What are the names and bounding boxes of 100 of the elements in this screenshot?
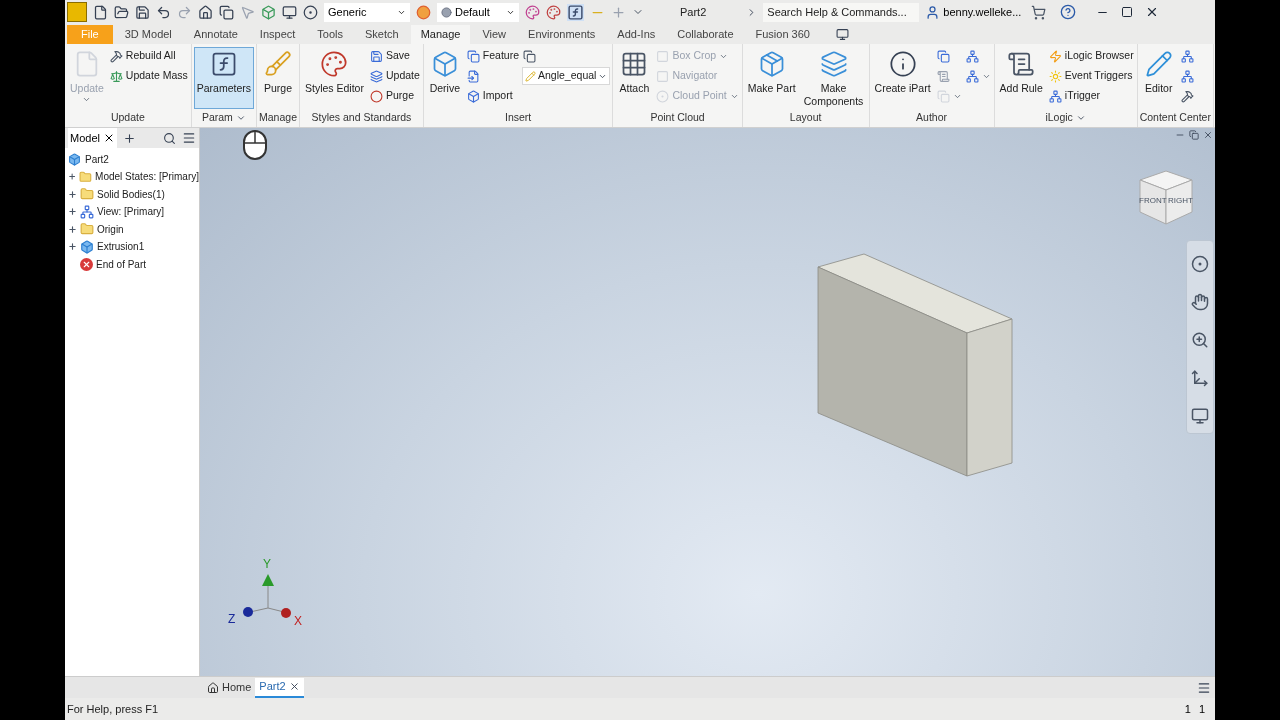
ribbon-button[interactable]	[964, 67, 992, 85]
panel-title: Author	[916, 110, 948, 126]
cart-icon[interactable]	[1031, 4, 1047, 20]
ribbon-button[interactable]: iLogic Browser	[1047, 47, 1135, 65]
tool-icon	[523, 49, 536, 63]
new-file-icon[interactable]	[93, 4, 108, 20]
pan-icon[interactable]	[1191, 293, 1209, 311]
ribbon-tab[interactable]: Inspect	[249, 25, 306, 44]
ribbon-button[interactable]: Feature	[465, 47, 520, 65]
expand-icon[interactable]	[68, 224, 77, 234]
open-folder-icon[interactable]	[114, 4, 129, 20]
dropdown[interactable]: Angle_equal	[522, 67, 611, 85]
ribbon-button[interactable]: iTrigger	[1047, 87, 1135, 105]
ribbon-button[interactable]: Make Part	[744, 47, 799, 109]
ribbon-button[interactable]: Update	[368, 67, 421, 85]
mouse-icon	[243, 130, 267, 160]
search-icon[interactable]	[163, 131, 176, 145]
document-tab[interactable]: Part2	[255, 677, 304, 698]
menu-icon[interactable]	[1197, 680, 1211, 695]
caret-icon	[1075, 113, 1086, 123]
ribbon-tab[interactable]: View	[472, 25, 517, 44]
tool-icon	[1048, 89, 1062, 103]
panel-toggle-icon[interactable]	[835, 28, 849, 41]
ribbon-tab[interactable]: Collaborate	[667, 25, 744, 44]
ribbon-button[interactable]: Import	[465, 87, 520, 105]
expand-icon[interactable]	[68, 242, 77, 252]
zoom-icon[interactable]	[1191, 331, 1209, 349]
axis-label: X	[294, 613, 302, 630]
tree-item[interactable]: Model States: [Primary]	[95, 169, 199, 185]
ribbon-button[interactable]: Create iPart	[871, 47, 934, 109]
ribbon-tab[interactable]: Annotate	[183, 25, 248, 44]
save-icon[interactable]	[135, 4, 150, 20]
ribbon-tab[interactable]: Environments	[518, 25, 606, 44]
panel-title: Styles and Standards	[311, 110, 412, 126]
ribbon-tab[interactable]: Add-Ins	[607, 25, 666, 44]
user-icon[interactable]	[925, 4, 941, 20]
add-icon[interactable]	[122, 131, 136, 145]
ribbon-button[interactable]: Purge	[259, 47, 297, 109]
expand-icon[interactable]	[68, 189, 77, 199]
view-cube[interactable]: FRONT RIGHT	[1136, 168, 1196, 226]
folder-icon	[79, 169, 93, 184]
home-icon	[207, 681, 219, 694]
copy-icon[interactable]	[219, 4, 234, 20]
palette-icon[interactable]	[546, 4, 561, 20]
material-dropdown[interactable]: Generic	[324, 2, 410, 22]
browser-tab[interactable]: Model	[68, 128, 117, 148]
navigation-bar[interactable]	[1186, 240, 1214, 434]
ribbon-button[interactable]: Purge	[368, 87, 421, 105]
close-icon[interactable]	[288, 681, 300, 692]
ribbon-tab[interactable]: 3D Model	[114, 25, 182, 44]
axis-label: Y	[263, 556, 271, 573]
app-logo[interactable]	[67, 2, 87, 22]
document-title: Part2	[680, 4, 707, 20]
expand-icon[interactable]	[68, 172, 77, 182]
function-icon[interactable]	[567, 3, 584, 21]
tree-item[interactable]: Part2	[85, 152, 109, 167]
ribbon-button[interactable]: Editor	[1139, 47, 1178, 109]
ribbon-button[interactable]: Event Triggers	[1047, 67, 1135, 85]
palette-icon[interactable]	[525, 4, 540, 20]
tree-item[interactable]: Extrusion1	[97, 239, 145, 255]
tree-item[interactable]: Solid Bodies(1)	[97, 186, 165, 202]
status-value: 1	[1198, 701, 1205, 717]
expand-icon[interactable]	[68, 207, 77, 217]
monitor-icon[interactable]	[282, 4, 297, 20]
ribbon-tab[interactable]: Manage	[410, 25, 471, 44]
ribbon-button[interactable]: Make Components	[800, 47, 867, 109]
menu-icon[interactable]	[182, 131, 196, 145]
ribbon-button[interactable]: Derive	[425, 47, 464, 109]
ribbon-button[interactable]: Add Rule	[996, 47, 1046, 109]
maximize-icon[interactable]	[1121, 6, 1134, 18]
look-at-icon[interactable]	[1191, 407, 1209, 425]
ribbon-tab[interactable]: Sketch	[355, 25, 409, 44]
cube-face-label: RIGHT	[1168, 195, 1193, 207]
viewport[interactable]: FRONT RIGHT Y Z X	[200, 128, 1215, 676]
ribbon-button[interactable]	[1179, 67, 1195, 85]
cube-icon[interactable]	[261, 4, 276, 20]
ribbon-button[interactable]: Update Mass	[108, 67, 189, 85]
user-name[interactable]: benny.welleke...	[943, 3, 1022, 21]
ribbon-tab[interactable]: Fusion 360	[745, 25, 820, 44]
ribbon-tab[interactable]: Tools	[307, 25, 353, 44]
folder-icon	[80, 187, 94, 202]
home-icon[interactable]	[198, 4, 213, 20]
tree-item[interactable]: End of Part	[96, 256, 147, 272]
undo-icon[interactable]	[156, 4, 171, 20]
ribbon-button[interactable]	[1179, 47, 1195, 65]
ribbon-button[interactable]: Rebuild All	[108, 47, 189, 65]
ribbon-button[interactable]: Save	[368, 47, 421, 65]
restore-icon[interactable]	[1189, 130, 1199, 140]
ribbon-button[interactable]: Styles Editor	[302, 47, 367, 109]
panel-title: Update	[110, 110, 145, 126]
tree-item[interactable]: Origin	[97, 221, 124, 237]
ribbon-button[interactable]: Parameters	[193, 47, 254, 109]
help-icon[interactable]	[1060, 4, 1077, 20]
appearance-dropdown[interactable]: Default	[437, 2, 519, 22]
tree-item[interactable]: View: [Primary]	[97, 204, 165, 220]
document-tab[interactable]: Home	[203, 677, 256, 698]
ribbon-button[interactable]: Attach	[615, 47, 654, 109]
search-field[interactable]: Search Help & Commands...	[763, 2, 920, 22]
caret-icon	[82, 95, 92, 104]
tool-icon	[109, 69, 123, 83]
